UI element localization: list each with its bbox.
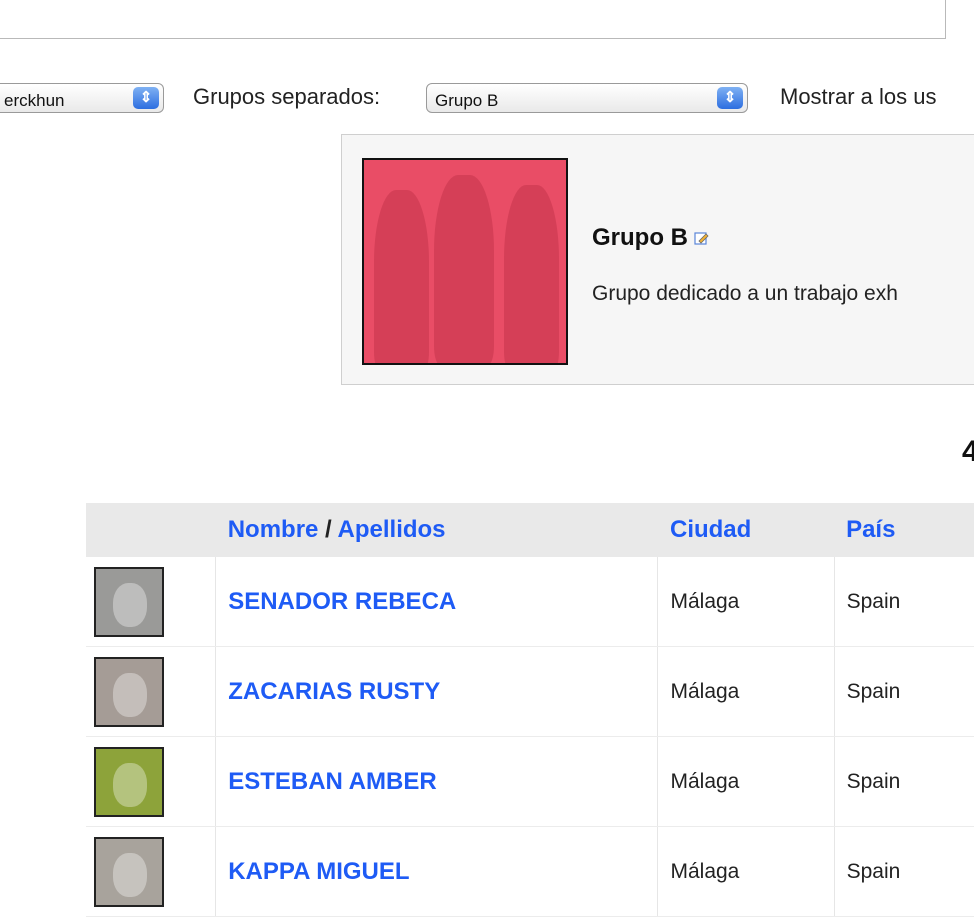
members-table: Nombre / Apellidos Ciudad País SENADOR R… <box>86 503 974 917</box>
user-name-link[interactable]: KAPPA MIGUEL <box>228 858 409 885</box>
header-city[interactable]: Ciudad <box>657 503 835 557</box>
group-info-card: Grupo B Grupo dedicado a un trabajo exh <box>341 134 974 385</box>
group-select-value: Grupo B <box>435 91 499 110</box>
avatar[interactable] <box>94 836 164 907</box>
header-picture <box>86 503 216 557</box>
user-select[interactable]: erckhun ⇕ <box>0 83 164 113</box>
header-separator: / <box>318 516 338 543</box>
country-cell: Spain <box>834 826 974 917</box>
table-row: KAPPA MIGUEL Málaga Spain <box>86 826 974 917</box>
top-input-field[interactable] <box>0 0 946 39</box>
sort-last-name-link[interactable]: Apellidos <box>338 516 446 543</box>
sort-first-name-link[interactable]: Nombre <box>228 516 319 543</box>
city-cell: Málaga <box>657 557 835 647</box>
header-name: Nombre / Apellidos <box>215 503 658 557</box>
up-down-arrows-icon: ⇕ <box>717 87 743 109</box>
table-header-row: Nombre / Apellidos Ciudad País <box>86 503 974 557</box>
group-description: Grupo dedicado a un trabajo exh <box>592 282 898 305</box>
member-count: 4 <box>962 435 974 468</box>
filter-toolbar: erckhun ⇕ Grupos separados: Grupo B ⇕ Mo… <box>0 80 974 120</box>
edit-pencil-icon[interactable] <box>694 231 709 246</box>
country-cell: Spain <box>834 646 974 737</box>
group-name: Grupo B <box>592 224 688 251</box>
up-down-arrows-icon: ⇕ <box>133 87 159 109</box>
city-cell: Málaga <box>657 826 835 917</box>
groups-label: Grupos separados: <box>193 84 381 109</box>
country-cell: Spain <box>834 557 974 647</box>
city-cell: Málaga <box>657 736 835 827</box>
group-title: Grupo B <box>592 224 709 252</box>
avatar[interactable] <box>94 746 164 817</box>
table-row: ESTEBAN AMBER Málaga Spain <box>86 736 974 827</box>
table-row: SENADOR REBECA Málaga Spain <box>86 557 974 647</box>
header-country[interactable]: País <box>834 503 974 557</box>
country-cell: Spain <box>834 736 974 827</box>
group-picture <box>362 158 568 365</box>
user-select-value: erckhun <box>4 91 65 110</box>
show-users-label: Mostrar a los us <box>780 84 937 109</box>
avatar[interactable] <box>94 566 164 637</box>
user-name-link[interactable]: ESTEBAN AMBER <box>228 768 436 795</box>
user-name-link[interactable]: ZACARIAS RUSTY <box>228 678 440 705</box>
user-name-link[interactable]: SENADOR REBECA <box>228 588 456 615</box>
group-select[interactable]: Grupo B ⇕ <box>426 83 748 113</box>
avatar[interactable] <box>94 656 164 727</box>
city-cell: Málaga <box>657 646 835 737</box>
table-row: ZACARIAS RUSTY Málaga Spain <box>86 646 974 737</box>
